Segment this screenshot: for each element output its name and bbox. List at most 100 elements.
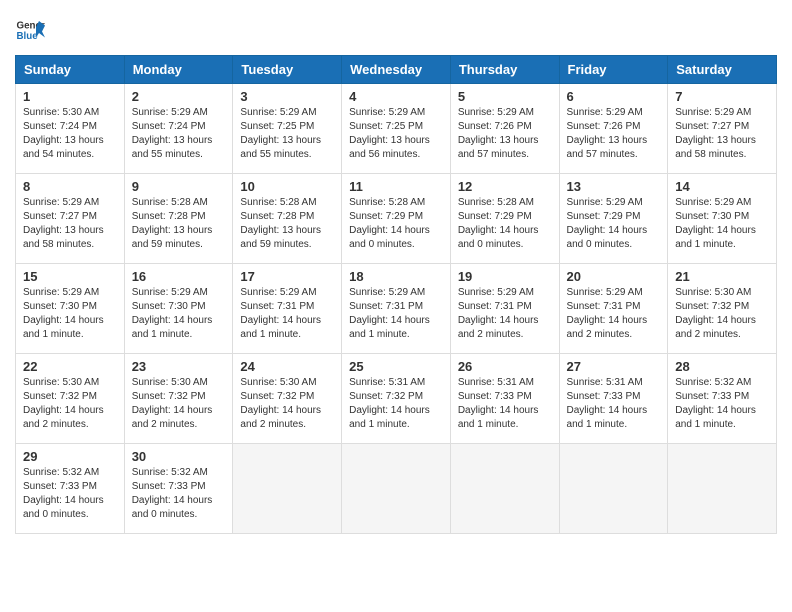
day-info: Sunrise: 5:29 AM Sunset: 7:29 PM Dayligh…	[567, 196, 661, 252]
daylight-label: Daylight: 14 hours and 1 minute.	[132, 315, 213, 340]
header-sunday: Sunday	[16, 56, 125, 84]
day-cell-4: 4 Sunrise: 5:29 AM Sunset: 7:25 PM Dayli…	[342, 84, 451, 174]
daylight-label: Daylight: 14 hours and 2 minutes.	[132, 405, 213, 430]
daylight-label: Daylight: 14 hours and 1 minute.	[349, 405, 430, 430]
daylight-label: Daylight: 14 hours and 1 minute.	[240, 315, 321, 340]
sunrise-label: Sunrise: 5:28 AM	[458, 197, 534, 208]
empty-cell	[450, 444, 559, 534]
day-cell-26: 26 Sunrise: 5:31 AM Sunset: 7:33 PM Dayl…	[450, 354, 559, 444]
day-number: 2	[132, 89, 226, 104]
day-cell-5: 5 Sunrise: 5:29 AM Sunset: 7:26 PM Dayli…	[450, 84, 559, 174]
sunrise-label: Sunrise: 5:32 AM	[23, 467, 99, 478]
day-info: Sunrise: 5:30 AM Sunset: 7:32 PM Dayligh…	[132, 376, 226, 432]
sunset-label: Sunset: 7:32 PM	[240, 391, 314, 402]
day-info: Sunrise: 5:28 AM Sunset: 7:29 PM Dayligh…	[349, 196, 443, 252]
day-info: Sunrise: 5:29 AM Sunset: 7:31 PM Dayligh…	[567, 286, 661, 342]
day-number: 3	[240, 89, 334, 104]
sunset-label: Sunset: 7:33 PM	[567, 391, 641, 402]
calendar-week-3: 22 Sunrise: 5:30 AM Sunset: 7:32 PM Dayl…	[16, 354, 777, 444]
day-cell-25: 25 Sunrise: 5:31 AM Sunset: 7:32 PM Dayl…	[342, 354, 451, 444]
day-cell-15: 15 Sunrise: 5:29 AM Sunset: 7:30 PM Dayl…	[16, 264, 125, 354]
sunset-label: Sunset: 7:24 PM	[132, 121, 206, 132]
sunrise-label: Sunrise: 5:32 AM	[675, 377, 751, 388]
sunrise-label: Sunrise: 5:29 AM	[675, 107, 751, 118]
svg-text:Blue: Blue	[17, 31, 39, 42]
day-cell-30: 30 Sunrise: 5:32 AM Sunset: 7:33 PM Dayl…	[124, 444, 233, 534]
sunrise-label: Sunrise: 5:29 AM	[132, 107, 208, 118]
day-info: Sunrise: 5:29 AM Sunset: 7:27 PM Dayligh…	[23, 196, 117, 252]
day-info: Sunrise: 5:29 AM Sunset: 7:30 PM Dayligh…	[23, 286, 117, 342]
sunrise-label: Sunrise: 5:29 AM	[567, 197, 643, 208]
day-number: 13	[567, 179, 661, 194]
logo: General Blue	[15, 15, 45, 45]
day-cell-23: 23 Sunrise: 5:30 AM Sunset: 7:32 PM Dayl…	[124, 354, 233, 444]
day-cell-14: 14 Sunrise: 5:29 AM Sunset: 7:30 PM Dayl…	[668, 174, 777, 264]
empty-cell	[668, 444, 777, 534]
day-cell-13: 13 Sunrise: 5:29 AM Sunset: 7:29 PM Dayl…	[559, 174, 668, 264]
day-number: 30	[132, 449, 226, 464]
daylight-label: Daylight: 14 hours and 2 minutes.	[567, 315, 648, 340]
sunrise-label: Sunrise: 5:29 AM	[458, 107, 534, 118]
day-number: 21	[675, 269, 769, 284]
day-info: Sunrise: 5:28 AM Sunset: 7:29 PM Dayligh…	[458, 196, 552, 252]
day-cell-9: 9 Sunrise: 5:28 AM Sunset: 7:28 PM Dayli…	[124, 174, 233, 264]
sunset-label: Sunset: 7:31 PM	[567, 301, 641, 312]
header-thursday: Thursday	[450, 56, 559, 84]
sunset-label: Sunset: 7:25 PM	[240, 121, 314, 132]
daylight-label: Daylight: 14 hours and 1 minute.	[567, 405, 648, 430]
sunset-label: Sunset: 7:31 PM	[458, 301, 532, 312]
daylight-label: Daylight: 13 hours and 55 minutes.	[240, 135, 321, 160]
calendar-week-2: 15 Sunrise: 5:29 AM Sunset: 7:30 PM Dayl…	[16, 264, 777, 354]
day-cell-12: 12 Sunrise: 5:28 AM Sunset: 7:29 PM Dayl…	[450, 174, 559, 264]
day-number: 27	[567, 359, 661, 374]
sunrise-label: Sunrise: 5:31 AM	[458, 377, 534, 388]
sunset-label: Sunset: 7:32 PM	[349, 391, 423, 402]
day-info: Sunrise: 5:30 AM Sunset: 7:32 PM Dayligh…	[675, 286, 769, 342]
day-cell-20: 20 Sunrise: 5:29 AM Sunset: 7:31 PM Dayl…	[559, 264, 668, 354]
day-number: 24	[240, 359, 334, 374]
daylight-label: Daylight: 14 hours and 1 minute.	[675, 225, 756, 250]
sunrise-label: Sunrise: 5:29 AM	[23, 287, 99, 298]
day-cell-24: 24 Sunrise: 5:30 AM Sunset: 7:32 PM Dayl…	[233, 354, 342, 444]
sunset-label: Sunset: 7:33 PM	[675, 391, 749, 402]
calendar-table: SundayMondayTuesdayWednesdayThursdayFrid…	[15, 55, 777, 534]
day-cell-16: 16 Sunrise: 5:29 AM Sunset: 7:30 PM Dayl…	[124, 264, 233, 354]
day-cell-21: 21 Sunrise: 5:30 AM Sunset: 7:32 PM Dayl…	[668, 264, 777, 354]
day-number: 6	[567, 89, 661, 104]
daylight-label: Daylight: 14 hours and 0 minutes.	[349, 225, 430, 250]
day-info: Sunrise: 5:30 AM Sunset: 7:32 PM Dayligh…	[23, 376, 117, 432]
day-cell-2: 2 Sunrise: 5:29 AM Sunset: 7:24 PM Dayli…	[124, 84, 233, 174]
day-cell-28: 28 Sunrise: 5:32 AM Sunset: 7:33 PM Dayl…	[668, 354, 777, 444]
daylight-label: Daylight: 13 hours and 57 minutes.	[567, 135, 648, 160]
day-number: 22	[23, 359, 117, 374]
sunset-label: Sunset: 7:32 PM	[23, 391, 97, 402]
sunrise-label: Sunrise: 5:29 AM	[675, 197, 751, 208]
sunset-label: Sunset: 7:27 PM	[23, 211, 97, 222]
day-info: Sunrise: 5:29 AM Sunset: 7:27 PM Dayligh…	[675, 106, 769, 162]
header-monday: Monday	[124, 56, 233, 84]
day-number: 11	[349, 179, 443, 194]
daylight-label: Daylight: 13 hours and 54 minutes.	[23, 135, 104, 160]
day-info: Sunrise: 5:32 AM Sunset: 7:33 PM Dayligh…	[23, 466, 117, 522]
sunset-label: Sunset: 7:29 PM	[458, 211, 532, 222]
daylight-label: Daylight: 13 hours and 57 minutes.	[458, 135, 539, 160]
day-number: 18	[349, 269, 443, 284]
day-info: Sunrise: 5:29 AM Sunset: 7:26 PM Dayligh…	[567, 106, 661, 162]
day-cell-3: 3 Sunrise: 5:29 AM Sunset: 7:25 PM Dayli…	[233, 84, 342, 174]
day-number: 4	[349, 89, 443, 104]
day-info: Sunrise: 5:30 AM Sunset: 7:32 PM Dayligh…	[240, 376, 334, 432]
sunrise-label: Sunrise: 5:30 AM	[23, 107, 99, 118]
daylight-label: Daylight: 14 hours and 0 minutes.	[458, 225, 539, 250]
day-cell-1: 1 Sunrise: 5:30 AM Sunset: 7:24 PM Dayli…	[16, 84, 125, 174]
daylight-label: Daylight: 14 hours and 1 minute.	[23, 315, 104, 340]
sunrise-label: Sunrise: 5:32 AM	[132, 467, 208, 478]
day-cell-22: 22 Sunrise: 5:30 AM Sunset: 7:32 PM Dayl…	[16, 354, 125, 444]
day-number: 7	[675, 89, 769, 104]
sunrise-label: Sunrise: 5:29 AM	[240, 107, 316, 118]
sunrise-label: Sunrise: 5:30 AM	[132, 377, 208, 388]
day-number: 1	[23, 89, 117, 104]
day-cell-17: 17 Sunrise: 5:29 AM Sunset: 7:31 PM Dayl…	[233, 264, 342, 354]
day-number: 25	[349, 359, 443, 374]
day-number: 29	[23, 449, 117, 464]
daylight-label: Daylight: 14 hours and 0 minutes.	[567, 225, 648, 250]
